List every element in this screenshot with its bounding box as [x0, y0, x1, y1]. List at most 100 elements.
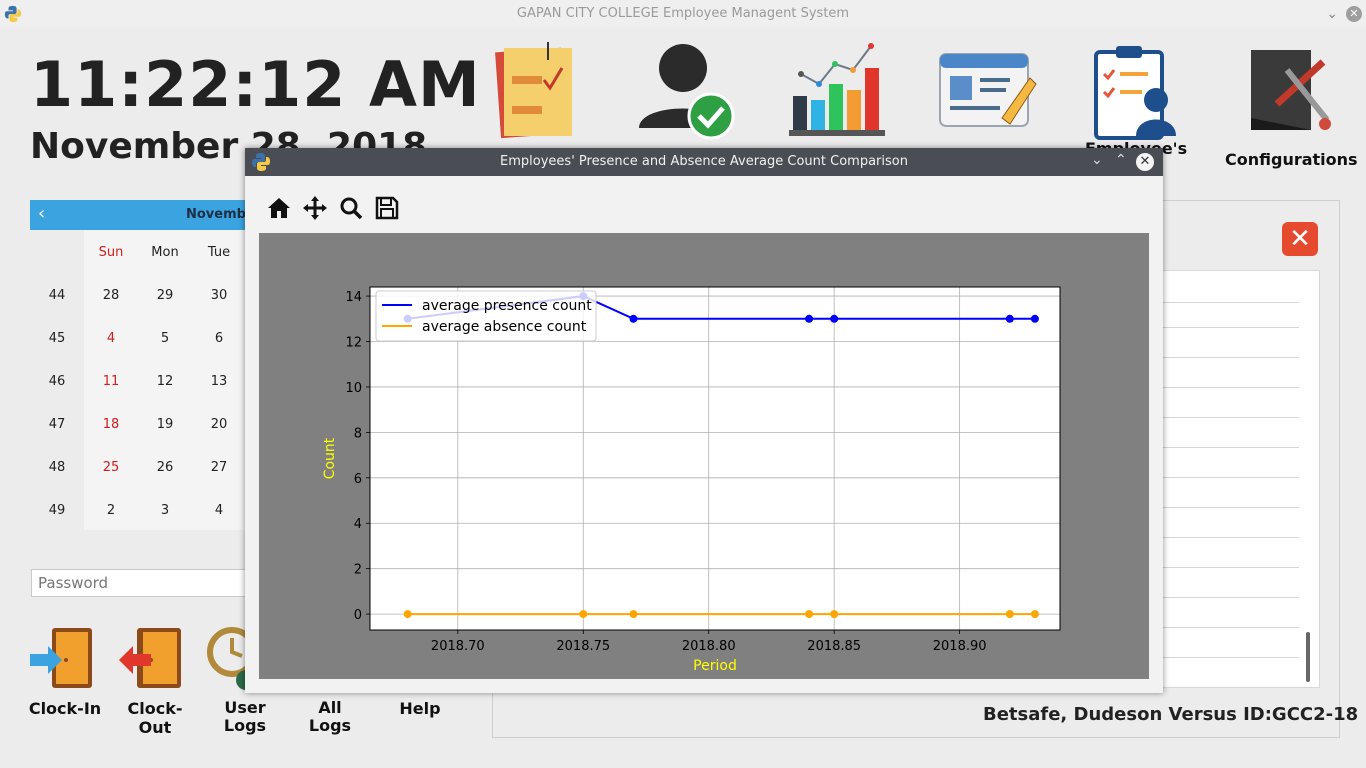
clock-out-icon[interactable] — [117, 626, 185, 690]
logs-table[interactable] — [1160, 270, 1320, 688]
calendar-day[interactable]: 28 — [91, 288, 131, 303]
user-logs-label[interactable]: User Logs — [215, 699, 275, 735]
calendar-day-header: Tue — [207, 245, 231, 260]
table-row — [1161, 507, 1299, 508]
calendar-day[interactable]: 12 — [145, 374, 185, 389]
y-tick-label: 4 — [354, 517, 362, 532]
close-window-button[interactable]: ✕ — [1346, 6, 1362, 22]
figure-maximize-button[interactable]: ⌃ — [1115, 152, 1127, 168]
calendar-week-number: 47 — [48, 417, 66, 432]
all-logs-label-line2: Logs — [308, 716, 352, 735]
pan-icon[interactable] — [301, 194, 329, 222]
clock-in-icon[interactable] — [28, 626, 96, 690]
table-row — [1161, 447, 1299, 448]
configurations-label: Configurations — [1225, 150, 1358, 169]
data-point — [1005, 314, 1014, 323]
y-tick-label: 0 — [354, 608, 362, 623]
clock-in-label[interactable]: Clock-In — [25, 699, 105, 718]
calendar-week-number: 45 — [48, 331, 66, 346]
calendar-prev-icon[interactable]: ‹ — [38, 203, 45, 224]
x-axis-label: Period — [693, 658, 737, 674]
configurations-icon[interactable] — [1237, 40, 1347, 150]
close-panel-button[interactable]: ✕ — [1282, 222, 1318, 256]
y-tick-label: 14 — [345, 290, 362, 305]
calendar-week-number: 44 — [48, 288, 66, 303]
table-row — [1161, 657, 1299, 658]
bar-chart-icon[interactable] — [785, 38, 895, 148]
y-tick-label: 8 — [354, 426, 362, 441]
figure-canvas[interactable]: 2018.70 2018.75 2018.80 2018.85 2018.90 0 2 4 6 8… — [259, 233, 1149, 679]
calendar-day[interactable]: 3 — [145, 503, 185, 518]
user-logs-label-line1: User — [224, 698, 266, 717]
calendar-week-number: 46 — [48, 374, 66, 389]
table-row — [1161, 417, 1299, 418]
y-tick-label: 10 — [345, 381, 362, 396]
table-row — [1161, 597, 1299, 598]
data-point — [629, 314, 638, 323]
data-point — [579, 610, 588, 619]
data-point — [805, 314, 814, 323]
data-point — [1030, 610, 1039, 619]
calendar-day[interactable]: 30 — [199, 288, 239, 303]
calendar-day[interactable]: 27 — [199, 460, 239, 475]
x-tick-label: 2018.80 — [682, 639, 736, 654]
window-title: GAPAN CITY COLLEGE Employee Managent Sys… — [516, 6, 850, 21]
table-row — [1161, 327, 1299, 328]
employee-id-label: Betsafe, Dudeson Versus ID:GCC2-18 — [983, 704, 1359, 725]
x-tick-label: 2018.75 — [556, 639, 610, 654]
zoom-icon[interactable] — [337, 194, 365, 222]
y-axis-label: Count — [322, 437, 338, 479]
calendar-day-header: Mon — [151, 245, 179, 260]
calendar-day-header: Sun — [98, 245, 124, 260]
calendar-day[interactable]: 6 — [199, 331, 239, 346]
calendar-day[interactable]: 26 — [145, 460, 185, 475]
legend-label: average absence count — [422, 319, 587, 335]
data-point — [830, 314, 839, 323]
x-tick-label: 2018.70 — [431, 639, 485, 654]
calendar-day[interactable]: 4 — [199, 503, 239, 518]
help-label[interactable]: Help — [390, 699, 450, 718]
clock-out-label[interactable]: Clock-Out — [112, 699, 198, 737]
calendar-day[interactable]: 18 — [91, 417, 131, 432]
calendar-day[interactable]: 4 — [91, 331, 131, 346]
calendar-day[interactable]: 25 — [91, 460, 131, 475]
figure-minimize-button[interactable]: ⌄ — [1091, 152, 1103, 168]
y-tick-label: 2 — [354, 563, 362, 578]
calendar-day[interactable]: 29 — [145, 288, 185, 303]
data-point — [1030, 314, 1039, 323]
data-point — [805, 610, 814, 619]
calendar-day[interactable]: 5 — [145, 331, 185, 346]
calendar-day[interactable]: 13 — [199, 374, 239, 389]
clipboard-user-icon[interactable] — [1082, 38, 1192, 148]
calendar-day[interactable]: 20 — [199, 417, 239, 432]
calendar-day[interactable]: 11 — [91, 374, 131, 389]
password-input[interactable] — [31, 569, 247, 597]
data-point — [1005, 610, 1014, 619]
table-row — [1161, 477, 1299, 478]
python-app-icon — [4, 5, 22, 23]
table-scrollbar[interactable] — [1306, 632, 1310, 682]
minimize-button[interactable]: ⌄ — [1326, 6, 1338, 22]
presence-absence-chart: 2018.70 2018.75 2018.80 2018.85 2018.90 0 2 4 6 8… — [322, 286, 1061, 674]
x-tick-label: 2018.90 — [933, 639, 987, 654]
all-logs-label[interactable]: All Logs — [300, 699, 360, 735]
figure-close-button[interactable]: ✕ — [1136, 153, 1154, 171]
user-logs-label-line2: Logs — [223, 716, 267, 735]
table-row — [1161, 537, 1299, 538]
clock-display: 11:22:12 AM — [30, 48, 481, 121]
calendar-day[interactable]: 19 — [145, 417, 185, 432]
calendar-week-number: 48 — [48, 460, 66, 475]
table-row — [1161, 302, 1299, 303]
data-point — [629, 610, 638, 619]
python-icon — [252, 153, 270, 171]
figure-title: Employees' Presence and Absence Average … — [500, 154, 908, 169]
home-icon[interactable] — [265, 194, 293, 222]
notes-checklist-icon[interactable] — [490, 38, 600, 148]
y-tick-label: 12 — [345, 336, 362, 351]
table-row — [1161, 387, 1299, 388]
table-row — [1161, 567, 1299, 568]
user-verified-icon[interactable] — [635, 38, 745, 148]
save-icon[interactable] — [373, 194, 401, 222]
id-card-pencil-icon[interactable] — [932, 38, 1042, 148]
calendar-day[interactable]: 2 — [91, 503, 131, 518]
